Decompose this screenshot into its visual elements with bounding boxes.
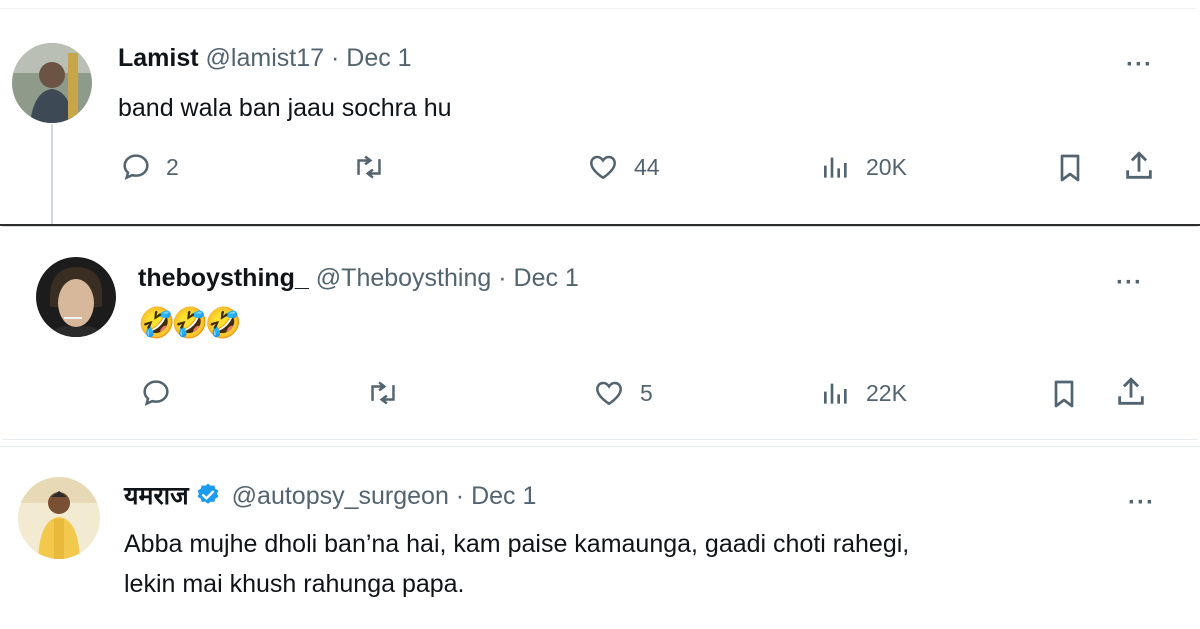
author-name[interactable]: theboysthing_ — [138, 264, 309, 292]
views-icon — [820, 377, 852, 409]
retweet-icon — [352, 151, 386, 183]
tweet-theboysthing[interactable]: theboysthing_ @Theboysthing · Dec 1 ··· … — [2, 226, 1198, 440]
reply-icon — [140, 377, 172, 409]
like-count: 5 — [640, 379, 653, 406]
views-count: 20K — [866, 153, 907, 180]
author-name[interactable]: यमराज — [124, 482, 189, 510]
author-handle[interactable]: @Theboysthing — [316, 264, 491, 292]
author-name[interactable]: Lamist — [118, 44, 199, 72]
share-button[interactable] — [1114, 375, 1148, 409]
tweet-lamist[interactable]: Lamist @lamist17 · Dec 1 ··· band wala b… — [0, 8, 1196, 225]
bookmark-button[interactable] — [1048, 377, 1080, 411]
bookmark-icon — [1048, 377, 1080, 411]
reply-button[interactable] — [140, 377, 172, 409]
views-button[interactable]: 20K — [820, 151, 907, 183]
dot-separator: · — [330, 44, 340, 72]
verified-badge-icon — [195, 482, 221, 515]
reply-button[interactable]: 2 — [120, 151, 179, 183]
views-count: 22K — [866, 379, 907, 406]
reply-icon — [120, 151, 152, 183]
like-count: 44 — [634, 153, 660, 180]
retweet-button[interactable] — [352, 151, 386, 183]
like-icon — [592, 377, 626, 409]
share-icon — [1114, 375, 1148, 409]
views-icon — [820, 151, 852, 183]
avatar[interactable] — [18, 477, 100, 559]
more-options-button[interactable]: ··· — [1116, 271, 1143, 295]
dot-separator: · — [455, 482, 465, 510]
dot-separator: · — [498, 264, 507, 292]
bookmark-icon — [1054, 151, 1086, 185]
bookmark-button[interactable] — [1054, 151, 1086, 185]
tweet-text: band wala ban jaau sochra hu — [118, 94, 452, 122]
tweet-text-line-1: Abba mujhe dholi ban’na hai, kam paise k… — [124, 530, 910, 558]
tweet-date[interactable]: Dec 1 — [471, 482, 536, 510]
share-icon — [1122, 149, 1156, 183]
tweet-date[interactable]: Dec 1 — [514, 264, 579, 292]
share-button[interactable] — [1122, 149, 1156, 183]
like-button[interactable]: 5 — [592, 377, 653, 409]
like-button[interactable]: 44 — [586, 151, 660, 183]
thread-connector-line — [51, 124, 53, 224]
tweet-yamraj[interactable]: यमराज @autopsy_surgeon · Dec 1 ··· Abba … — [0, 446, 1200, 629]
author-handle[interactable]: @lamist17 — [206, 44, 324, 72]
author-handle[interactable]: @autopsy_surgeon — [232, 482, 449, 510]
more-options-button[interactable]: ··· — [1128, 491, 1155, 515]
tweet-text: 🤣🤣🤣 — [138, 307, 242, 340]
avatar[interactable] — [12, 43, 92, 123]
more-options-button[interactable]: ··· — [1126, 53, 1153, 77]
tweet-text-line-2: lekin mai khush rahunga papa. — [124, 570, 465, 598]
tweet-date[interactable]: Dec 1 — [346, 44, 411, 72]
reply-count: 2 — [166, 153, 179, 180]
retweet-button[interactable] — [366, 377, 400, 409]
like-icon — [586, 151, 620, 183]
retweet-icon — [366, 377, 400, 409]
avatar[interactable] — [36, 257, 116, 337]
views-button[interactable]: 22K — [820, 377, 907, 409]
